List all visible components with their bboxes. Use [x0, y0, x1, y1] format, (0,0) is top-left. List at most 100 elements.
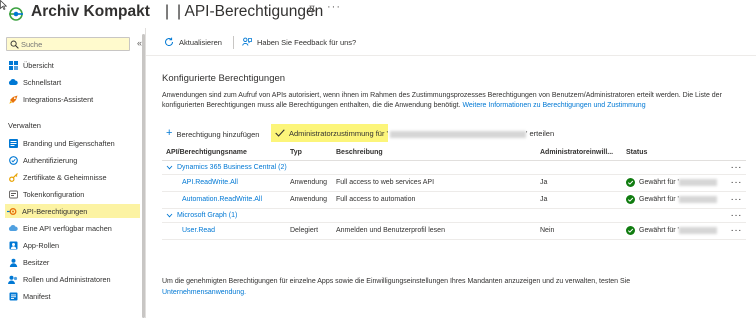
status-text: Gewährt für '	[639, 227, 679, 234]
admin-roles-icon	[8, 274, 18, 284]
sidebar-item-label: App-Rollen	[23, 240, 60, 250]
column-header[interactable]: Typ	[286, 146, 332, 161]
search-icon	[10, 40, 19, 49]
grant-admin-consent-button[interactable]: Administratorzustimmung für '	[271, 124, 388, 142]
admin-consent-required: Ja	[536, 174, 622, 192]
permission-link[interactable]: User.Read	[166, 227, 215, 234]
redacted-tenant-name	[678, 196, 717, 203]
feedback-icon	[242, 37, 252, 46]
more-options-icon[interactable]: ···	[724, 160, 746, 175]
column-header[interactable]: Beschreibung	[332, 146, 536, 161]
permission-link[interactable]: Automation.ReadWrite.All	[166, 196, 262, 203]
app-roles-icon	[8, 240, 18, 250]
table-group-row[interactable]: Microsoft Graph (1) ···	[162, 208, 746, 223]
owner-icon	[8, 257, 18, 267]
refresh-icon	[165, 37, 174, 47]
group-dynamics-365[interactable]: Dynamics 365 Business Central (2)	[166, 164, 720, 171]
cloud-icon	[8, 77, 18, 87]
sidebar-item-label: Integrations-Assistent	[23, 94, 94, 104]
add-permission-button[interactable]: + Berechtigung hinzufügen	[166, 127, 260, 139]
admin-consent-tenant: ' erteilen	[390, 129, 554, 138]
pin-icon[interactable]	[307, 5, 317, 15]
token-icon	[8, 189, 18, 199]
sidebar-item-branding[interactable]: Branding und Eigenschaften	[6, 136, 140, 150]
sidebar-item-label: Branding und Eigenschaften	[23, 138, 115, 148]
header: Archiv Kompakt | | API-Berechtigungen ··…	[0, 0, 756, 28]
check-circle-icon	[626, 226, 635, 235]
sidebar-item-label: Besitzer	[23, 257, 50, 267]
sidebar-item-tokenkonfiguration[interactable]: Tokenkonfiguration	[6, 187, 140, 201]
permission-description: Anmelden und Benutzerprofil lesen	[332, 222, 536, 240]
redacted-tenant-name	[678, 227, 717, 234]
sidebar-item-api-berechtigungen[interactable]: API-Berechtigungen	[5, 204, 140, 218]
sidebar-item-integrations-assistent[interactable]: Integrations-Assistent	[6, 92, 140, 106]
api-permissions-icon	[7, 206, 17, 216]
plus-icon: +	[166, 127, 173, 139]
admin-consent-required: Ja	[536, 191, 622, 209]
search-input[interactable]	[21, 38, 127, 50]
sidebar-scrollbar[interactable]	[142, 34, 145, 318]
description: Anwendungen sind zum Aufruf von APIs aut…	[162, 91, 752, 111]
section-title: Konfigurierte Berechtigungen	[162, 73, 286, 84]
column-header[interactable]: Status	[622, 146, 724, 161]
sidebar-item-api-verfuegbar[interactable]: Eine API verfügbar machen	[6, 221, 140, 235]
permission-description: Full access to web services API	[332, 174, 536, 192]
admin-consent-required: Nein	[536, 222, 622, 240]
check-circle-icon	[626, 195, 635, 204]
column-header[interactable]: API/Berechtigungsname	[162, 146, 286, 161]
add-permission-label: Berechtigung hinzufügen	[176, 129, 260, 139]
permission-link[interactable]: API.ReadWrite.All	[166, 179, 238, 186]
more-options-icon[interactable]: ···	[724, 174, 746, 192]
sidebar-item-label: API-Berechtigungen	[22, 206, 88, 216]
footer-text: Um die genehmigten Berechtigungen für ei…	[162, 278, 631, 285]
group-microsoft-graph[interactable]: Microsoft Graph (1)	[166, 212, 720, 219]
sidebar-item-besitzer[interactable]: Besitzer	[6, 255, 140, 269]
sidebar-item-label: Schnellstart	[23, 77, 62, 87]
sidebar-item-app-rollen[interactable]: App-Rollen	[6, 238, 140, 252]
refresh-button[interactable]: Aktualisieren	[164, 37, 222, 47]
permission-type: Delegiert	[286, 222, 332, 240]
footer-note: Um die genehmigten Berechtigungen für ei…	[162, 276, 752, 298]
auth-icon	[8, 155, 18, 165]
sidebar-item-manifest[interactable]: Manifest	[6, 289, 140, 303]
grid-icon	[8, 60, 18, 70]
column-header[interactable]: Administratoreinwill...	[536, 146, 622, 161]
table-row: Automation.ReadWrite.All Anwendung Full …	[162, 191, 746, 209]
refresh-label: Aktualisieren	[179, 37, 222, 47]
sidebar-item-label: Manifest	[23, 291, 51, 301]
sidebar-item-label: Rollen und Administratoren	[23, 274, 111, 284]
admin-consent-label: Administratorzustimmung für '	[289, 128, 388, 138]
permission-type: Anwendung	[286, 191, 332, 209]
page-title: | API-Berechtigungen	[177, 3, 324, 20]
feedback-label: Haben Sie Feedback für uns?	[257, 37, 357, 47]
permission-actions: + Berechtigung hinzufügen Administratorz…	[162, 124, 752, 142]
enterprise-apps-link[interactable]: Unternehmensanwendung.	[162, 289, 246, 296]
sidebar-item-zertifikate[interactable]: Zertifikate & Geheimnisse	[6, 170, 140, 184]
redacted-tenant-name	[678, 179, 717, 186]
more-options-icon[interactable]: ···	[724, 222, 746, 240]
more-options-icon[interactable]: ···	[724, 208, 746, 223]
group-label: Microsoft Graph (1)	[177, 211, 238, 219]
more-options-icon[interactable]: ···	[327, 1, 341, 13]
sidebar-item-uebersicht[interactable]: Übersicht	[6, 58, 140, 72]
more-options-icon[interactable]: ···	[724, 191, 746, 209]
table-group-row[interactable]: Dynamics 365 Business Central (2) ···	[162, 160, 746, 175]
sidebar-item-authentifizierung[interactable]: Authentifizierung	[6, 153, 140, 167]
sidebar-item-label: Eine API verfügbar machen	[23, 223, 112, 233]
feedback-button[interactable]: Haben Sie Feedback für uns?	[242, 37, 356, 47]
status-badge: Gewährt für '	[626, 226, 720, 235]
title-separator: |	[165, 3, 170, 20]
sidebar: « Übersicht Schnellstart Integrations-As…	[0, 28, 146, 318]
checkmark-icon	[275, 129, 285, 137]
check-circle-icon	[626, 178, 635, 187]
sidebar-item-rollen-administratoren[interactable]: Rollen und Administratoren	[6, 272, 140, 286]
sidebar-item-schnellstart[interactable]: Schnellstart	[6, 75, 140, 89]
redacted-tenant-name	[390, 130, 526, 138]
search-box[interactable]	[6, 37, 130, 51]
section-label-verwalten: Verwalten	[8, 121, 41, 130]
status-text: Gewährt für '	[639, 179, 679, 186]
learn-more-link[interactable]: Weitere Informationen zu Berechtigungen …	[462, 102, 645, 109]
cloud-api-icon	[8, 223, 18, 233]
rocket-icon	[8, 94, 18, 104]
permissions-table: API/Berechtigungsname Typ Beschreibung A…	[162, 146, 746, 240]
